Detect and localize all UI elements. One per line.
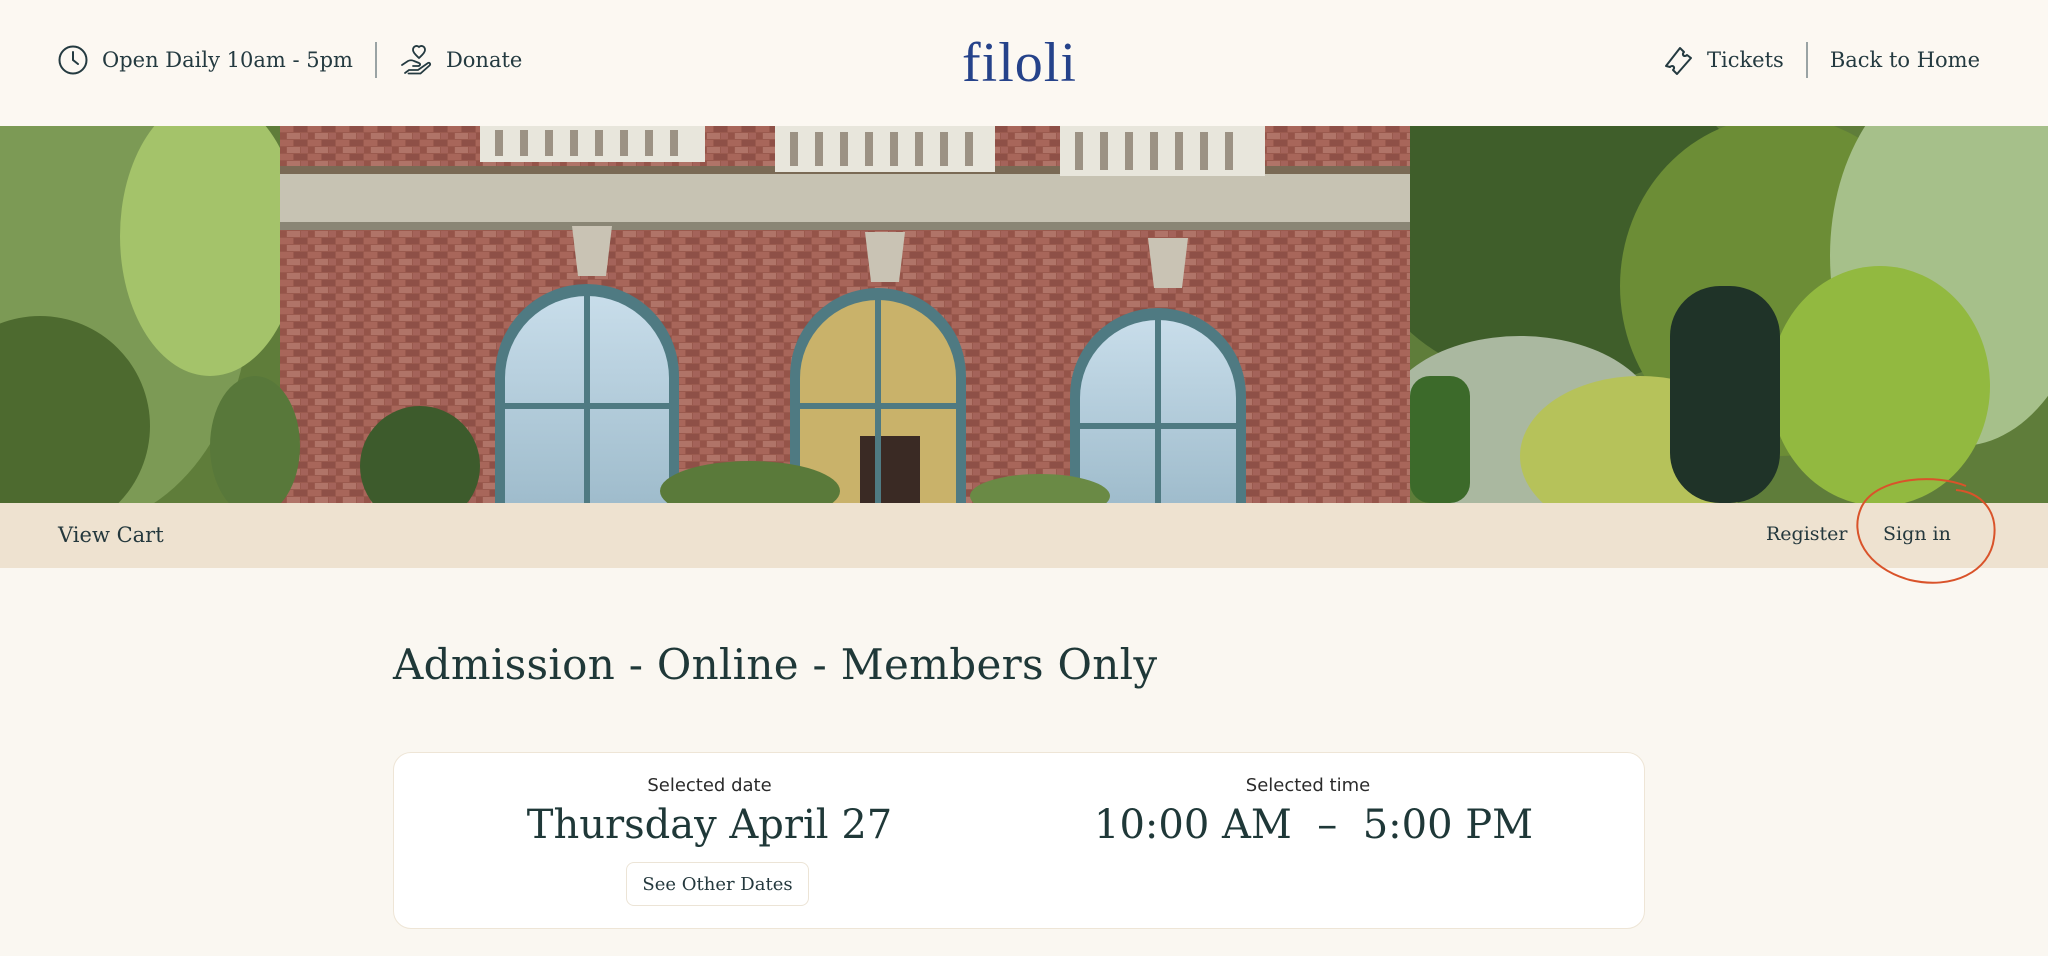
selected-time-column: Selected time 10:00 AM – 5:00 PM — [1094, 775, 1534, 848]
selected-time-value: 10:00 AM – 5:00 PM — [1094, 802, 1534, 848]
donate-hand-icon — [399, 43, 433, 77]
selected-date-value: Thursday April 27 — [526, 802, 893, 848]
hours-label: Open Daily 10am - 5pm — [102, 48, 353, 72]
view-cart-link[interactable]: View Cart — [58, 523, 164, 547]
ticket-icon — [1662, 44, 1694, 76]
back-home-label: Back to Home — [1829, 48, 1980, 72]
selected-date-caption: Selected date — [647, 775, 772, 796]
register-link[interactable]: Register — [1766, 523, 1848, 545]
donate-label: Donate — [445, 48, 523, 72]
page-title: Admission - Online - Members Only — [393, 640, 1158, 689]
header-right-group: Tickets Back to Home — [1662, 40, 1980, 80]
hero-photo — [0, 126, 2048, 503]
account-bar: View Cart Register Sign in — [0, 503, 2048, 568]
selection-card: Selected date Thursday April 27 See Othe… — [393, 752, 1645, 929]
header-divider — [374, 42, 377, 78]
hours-info: Open Daily 10am - 5pm — [57, 44, 353, 76]
back-home-link[interactable]: Back to Home — [1830, 48, 1980, 72]
tickets-label: Tickets — [1706, 48, 1784, 72]
tickets-link[interactable]: Tickets — [1662, 44, 1784, 76]
clock-icon — [57, 44, 89, 76]
sign-in-link[interactable]: Sign in — [1883, 523, 1951, 545]
selected-date-column: Selected date Thursday April 27 — [497, 775, 922, 848]
site-header: Open Daily 10am - 5pm Donate filoli Tick… — [0, 0, 2048, 126]
see-other-dates-button[interactable]: See Other Dates — [626, 862, 809, 906]
header-left-group: Open Daily 10am - 5pm Donate — [57, 40, 522, 80]
header-divider-right — [1805, 42, 1808, 78]
site-logo[interactable]: filoli — [962, 34, 1076, 92]
selected-time-caption: Selected time — [1245, 775, 1371, 796]
donate-link[interactable]: Donate — [399, 43, 522, 77]
